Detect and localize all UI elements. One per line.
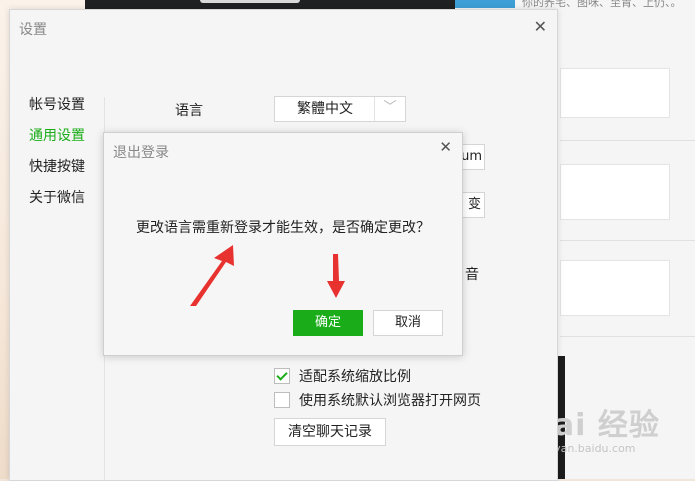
language-label: 语言 [175, 103, 203, 119]
checkbox-row-scaling[interactable]: 适配系统缩放比例 [274, 366, 411, 386]
checkbox-row-browser[interactable]: 使用系统默认浏览器打开网页 [274, 390, 481, 410]
background-divider [560, 240, 695, 241]
background-card [560, 260, 670, 316]
partial-label: 音 [465, 267, 479, 283]
background-top-strip [85, 0, 455, 9]
confirm-button[interactable]: 确定 [293, 310, 363, 336]
settings-sidebar: 帐号设置 通用设置 快捷按键 关于微信 [10, 90, 104, 214]
settings-title: 设置 [19, 22, 47, 38]
clear-chat-history-button[interactable]: 清空聊天记录 [274, 418, 386, 446]
background-card [560, 68, 670, 118]
background-divider [560, 140, 695, 141]
dialog-title: 退出登录 [113, 145, 169, 161]
partial-button-text: 变 [467, 197, 481, 212]
language-select[interactable]: 繁體中文 ﹀ [274, 96, 406, 122]
dialog-message: 更改语言需重新登录才能生效，是否确定更改？ [136, 220, 430, 236]
chevron-down-icon: ﹀ [374, 97, 405, 121]
sidebar-item-about[interactable]: 关于微信 [10, 183, 104, 214]
sidebar-item-general[interactable]: 通用设置 [10, 121, 104, 152]
sidebar-item-account[interactable]: 帐号设置 [10, 90, 104, 121]
cancel-button[interactable]: 取消 [373, 310, 443, 336]
language-value: 繁體中文 [297, 101, 353, 117]
background-card [560, 164, 670, 220]
close-icon[interactable]: ✕ [439, 138, 452, 156]
partial-field-text: um [461, 149, 482, 164]
background-divider [560, 336, 695, 337]
sidebar-item-shortcuts[interactable]: 快捷按键 [10, 152, 104, 183]
checkbox-scaling[interactable] [274, 368, 290, 384]
logout-dialog: 退出登录 ✕ 更改语言需重新登录才能生效，是否确定更改？ 确定 取消 [103, 132, 463, 356]
close-icon[interactable]: ✕ [534, 17, 547, 36]
checkbox-label: 使用系统默认浏览器打开网页 [299, 393, 481, 409]
checkbox-browser[interactable] [274, 392, 290, 408]
checkbox-label: 适配系统缩放比例 [299, 369, 411, 385]
background-thumbnail [455, 0, 515, 8]
